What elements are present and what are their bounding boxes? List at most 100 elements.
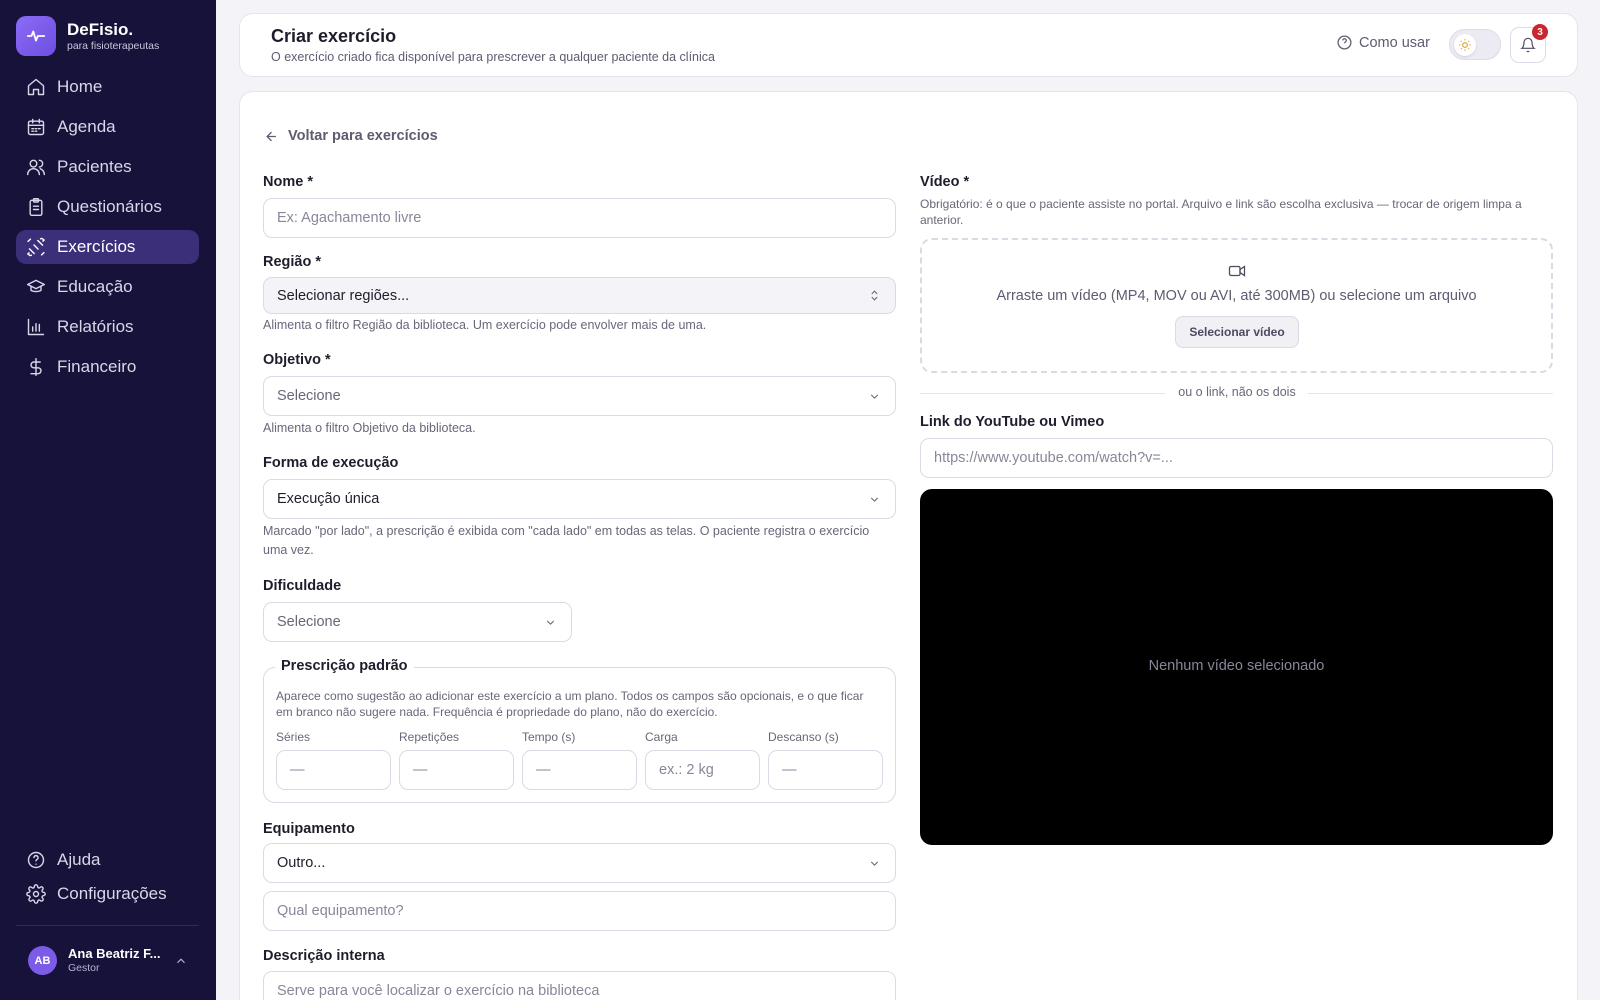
dificuldade-select[interactable]: Selecione bbox=[263, 602, 572, 642]
tempo-label: Tempo (s) bbox=[522, 730, 576, 744]
arrow-left-icon bbox=[266, 131, 276, 141]
nav-item-label: Home bbox=[57, 77, 103, 96]
user-menu[interactable]: AB Ana Beatriz F... Gestor bbox=[28, 946, 188, 975]
home-icon bbox=[27, 78, 45, 96]
carga-input[interactable] bbox=[645, 750, 760, 790]
repeticoes-input[interactable] bbox=[399, 750, 514, 790]
user-name: Ana Beatriz F... bbox=[68, 946, 161, 961]
secondary-nav: Ajuda Configurações bbox=[16, 846, 199, 914]
back-link[interactable]: Voltar para exercícios bbox=[264, 128, 438, 144]
equipamento-other-input[interactable] bbox=[263, 891, 896, 931]
pulse-logo-icon bbox=[16, 16, 56, 56]
separator-line bbox=[1308, 393, 1553, 394]
sidebar-divider bbox=[16, 925, 199, 926]
notification-badge: 3 bbox=[1532, 24, 1548, 40]
descricao-label: Descrição interna bbox=[263, 948, 385, 964]
video-camera-icon bbox=[1228, 265, 1246, 277]
user-role: Gestor bbox=[68, 962, 100, 974]
dificuldade-label: Dificuldade bbox=[263, 578, 342, 594]
brand-subtitle: para fisioterapeutas bbox=[67, 39, 160, 52]
video-help: Obrigatório: é o que o paciente assiste … bbox=[920, 197, 1522, 227]
nav-item-label: Financeiro bbox=[57, 357, 137, 376]
nav-item-label: Configurações bbox=[57, 884, 167, 903]
avatar: AB bbox=[28, 946, 57, 975]
forma-label: Forma de execução bbox=[263, 455, 399, 471]
chevron-down-icon bbox=[870, 394, 879, 399]
nav-item-label: Exercícios bbox=[57, 237, 136, 256]
forma-help: Marcado "por lado", a prescrição é exibi… bbox=[263, 524, 870, 557]
chevron-up-icon bbox=[177, 958, 185, 964]
nome-input[interactable] bbox=[263, 198, 896, 238]
regiao-label: Região * bbox=[263, 254, 322, 270]
prescricao-legend: Prescrição padrão bbox=[275, 658, 414, 674]
chevrons-up-down-icon bbox=[871, 290, 878, 301]
objetivo-select[interactable]: Selecione bbox=[263, 376, 896, 416]
dificuldade-value: Selecione bbox=[277, 614, 341, 630]
nav-item-pacientes[interactable]: Pacientes bbox=[16, 150, 199, 184]
nome-label: Nome * bbox=[263, 174, 313, 190]
descanso-label: Descanso (s) bbox=[768, 730, 839, 744]
nav-item-educacao[interactable]: Educação bbox=[16, 270, 199, 304]
video-link-input[interactable] bbox=[920, 438, 1553, 478]
bar-chart-icon bbox=[27, 318, 45, 336]
toggle-knob bbox=[1454, 34, 1476, 56]
descanso-input[interactable] bbox=[768, 750, 883, 790]
chevron-down-icon bbox=[546, 620, 555, 625]
video-empty-text: Nenhum vídeo selecionado bbox=[1148, 658, 1325, 674]
repeticoes-label: Repetições bbox=[399, 730, 460, 744]
dollar-icon bbox=[30, 357, 42, 377]
equipamento-label: Equipamento bbox=[263, 821, 355, 837]
chevron-down-icon bbox=[870, 497, 879, 502]
nav-item-home[interactable]: Home bbox=[16, 70, 199, 104]
nav-item-label: Educação bbox=[57, 277, 133, 296]
sun-icon bbox=[1459, 39, 1471, 51]
chevron-down-icon bbox=[870, 861, 879, 866]
regiao-value: Selecionar regiões... bbox=[277, 287, 410, 304]
equipamento-value: Outro... bbox=[277, 855, 326, 871]
gear-icon bbox=[26, 884, 46, 904]
back-label: Voltar para exercícios bbox=[288, 128, 438, 144]
regiao-select[interactable]: Selecionar regiões... bbox=[263, 277, 896, 314]
nav-item-label: Questionários bbox=[57, 197, 162, 216]
nav-item-label: Relatórios bbox=[57, 317, 134, 336]
page-subtitle: O exercício criado fica disponível para … bbox=[271, 50, 715, 64]
graduation-cap-icon bbox=[26, 279, 46, 293]
equipamento-select[interactable]: Outro... bbox=[263, 843, 896, 883]
forma-select[interactable]: Execução única bbox=[263, 479, 896, 519]
video-dropzone[interactable] bbox=[920, 238, 1553, 373]
theme-toggle[interactable] bbox=[1449, 29, 1501, 60]
nav-item-exercicios[interactable]: Exercícios bbox=[16, 230, 199, 264]
nav-item-financeiro[interactable]: Financeiro bbox=[16, 350, 199, 384]
forma-value: Execução única bbox=[277, 491, 380, 507]
nav-item-ajuda[interactable]: Ajuda bbox=[16, 846, 199, 874]
main-nav: Home Agenda Pacientes Questionários Exer… bbox=[16, 70, 199, 390]
select-video-button[interactable]: Selecionar vídeo bbox=[1175, 316, 1299, 348]
video-link-label: Link do YouTube ou Vimeo bbox=[920, 414, 1105, 430]
brand[interactable]: DeFisio. para fisioterapeutas bbox=[16, 16, 159, 56]
help-circle-icon bbox=[27, 851, 45, 869]
nav-item-questionarios[interactable]: Questionários bbox=[16, 190, 199, 224]
nav-item-agenda[interactable]: Agenda bbox=[16, 110, 199, 144]
users-icon bbox=[26, 159, 46, 176]
calendar-icon bbox=[27, 118, 45, 136]
regiao-help: Alimenta o filtro Região da biblioteca. … bbox=[263, 318, 707, 332]
dumbbell-icon bbox=[27, 237, 45, 257]
separator-line bbox=[920, 393, 1165, 394]
objetivo-label: Objetivo * bbox=[263, 352, 331, 368]
sidebar: DeFisio. para fisioterapeutas Home Agend… bbox=[0, 0, 216, 1000]
tempo-input[interactable] bbox=[522, 750, 637, 790]
series-label: Séries bbox=[276, 730, 311, 744]
how-to-button[interactable]: Como usar bbox=[1336, 34, 1430, 51]
separator-text: ou o link, não os dois bbox=[1178, 385, 1296, 399]
descricao-input[interactable] bbox=[263, 971, 896, 1000]
clipboard-icon bbox=[29, 197, 43, 217]
page-header: Criar exercício O exercício criado fica … bbox=[239, 13, 1578, 77]
page-title: Criar exercício bbox=[271, 26, 397, 46]
series-input[interactable] bbox=[276, 750, 391, 790]
nav-item-relatorios[interactable]: Relatórios bbox=[16, 310, 199, 344]
how-to-label: Como usar bbox=[1359, 34, 1430, 51]
brand-name: DeFisio. bbox=[67, 19, 134, 39]
nav-item-configuracoes[interactable]: Configurações bbox=[16, 880, 199, 908]
nav-item-label: Ajuda bbox=[57, 850, 101, 869]
carga-label: Carga bbox=[645, 730, 678, 744]
